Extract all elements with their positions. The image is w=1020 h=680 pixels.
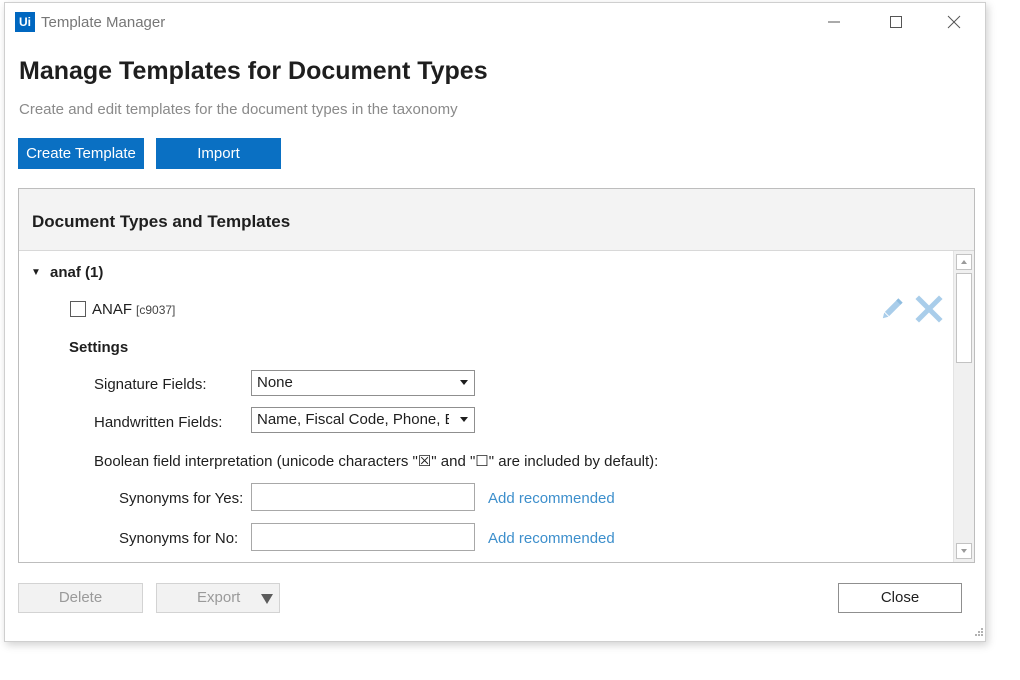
minimize-icon <box>828 21 840 23</box>
template-manager-window: Ui Template Manager Manage Templates for… <box>4 2 986 642</box>
maximize-button[interactable] <box>867 3 925 41</box>
handwritten-fields-value: Name, Fiscal Code, Phone, E-mail <box>257 411 449 428</box>
panel-title: Document Types and Templates <box>32 212 291 231</box>
import-button[interactable]: Import <box>156 138 281 169</box>
handwritten-fields-select[interactable]: Name, Fiscal Code, Phone, E-mail <box>251 407 475 433</box>
template-name-text: ANAF <box>92 301 133 318</box>
add-recommended-yes-link[interactable]: Add recommended <box>488 490 615 507</box>
scroll-thumb[interactable] <box>956 273 972 363</box>
scroll-down-button[interactable] <box>956 543 972 559</box>
expand-triangle-icon[interactable]: ▼ <box>31 267 41 278</box>
close-icon <box>947 15 961 29</box>
minimize-button[interactable] <box>805 3 863 41</box>
delete-button[interactable]: Delete <box>18 583 143 613</box>
close-button[interactable]: Close <box>838 583 962 613</box>
vertical-scrollbar[interactable] <box>953 251 974 562</box>
edit-pencil-icon[interactable] <box>878 295 906 323</box>
signature-fields-label: Signature Fields: <box>94 376 207 393</box>
synonyms-yes-label: Synonyms for Yes: <box>119 490 244 507</box>
maximize-icon <box>890 16 902 28</box>
template-checkbox[interactable] <box>70 301 86 317</box>
synonyms-no-label: Synonyms for No: <box>119 530 239 547</box>
window-title: Template Manager <box>41 14 166 31</box>
synonyms-no-input[interactable] <box>251 523 475 551</box>
export-dropdown-icon[interactable] <box>261 594 273 604</box>
signature-fields-select[interactable]: None <box>251 370 475 396</box>
resize-grip-icon[interactable] <box>969 625 985 641</box>
panel-header: Document Types and Templates <box>19 189 974 251</box>
window-close-button[interactable] <box>925 3 983 41</box>
delete-x-icon[interactable] <box>915 295 943 323</box>
boolean-interpretation-label: Boolean field interpretation (unicode ch… <box>94 453 659 470</box>
document-type-group-label[interactable]: anaf (1) <box>50 264 103 281</box>
signature-fields-value: None <box>257 374 293 391</box>
settings-heading: Settings <box>69 339 129 356</box>
template-id: [c9037] <box>136 303 176 317</box>
export-label: Export <box>197 589 241 606</box>
dropdown-arrow-icon <box>460 417 468 422</box>
export-button[interactable]: Export <box>156 583 280 613</box>
dropdown-arrow-icon <box>460 380 468 385</box>
scroll-up-button[interactable] <box>956 254 972 270</box>
page-subtitle: Create and edit templates for the docume… <box>19 101 458 118</box>
synonyms-yes-input[interactable] <box>251 483 475 511</box>
uipath-logo-icon: Ui <box>15 12 35 32</box>
page-title: Manage Templates for Document Types <box>19 57 488 85</box>
handwritten-fields-label: Handwritten Fields: <box>94 414 223 431</box>
template-name: ANAF [c9037] <box>92 301 175 318</box>
add-recommended-no-link[interactable]: Add recommended <box>488 530 615 547</box>
title-bar: Ui Template Manager <box>5 3 985 41</box>
create-template-button[interactable]: Create Template <box>18 138 144 169</box>
